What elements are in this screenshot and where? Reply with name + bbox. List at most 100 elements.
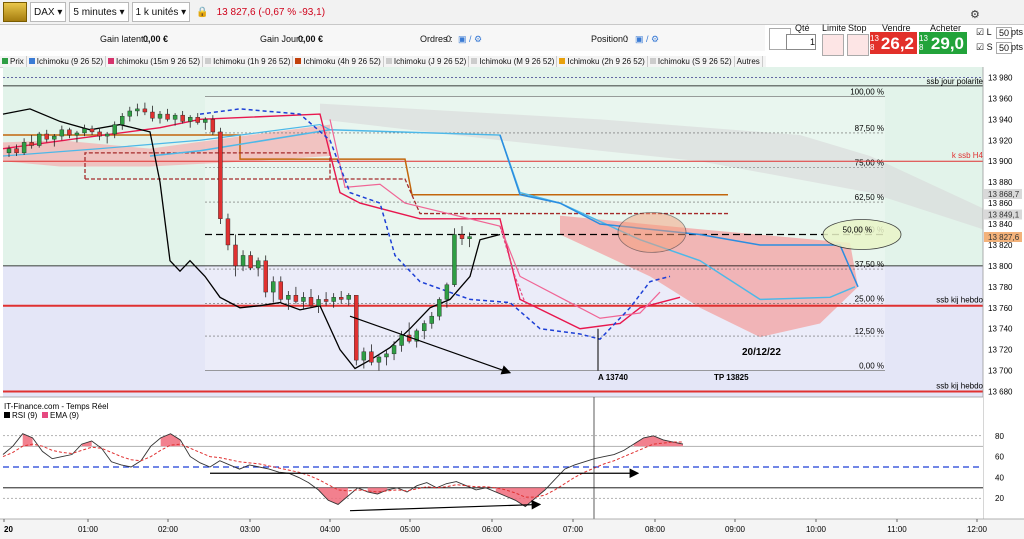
- fib-level-label: 75,00 %: [855, 159, 884, 168]
- time-axis-tick: 07:00: [563, 525, 584, 534]
- candle-body: [44, 133, 49, 140]
- fib-level-label: 0,00 %: [859, 362, 884, 371]
- candle-body: [21, 142, 27, 154]
- rsi-legend-swatch-icon: [4, 412, 10, 418]
- gain-latent-label: Gain latent :: [100, 34, 149, 44]
- indicator-6[interactable]: Ichimoku (M 9 26 52): [469, 56, 558, 67]
- units-select[interactable]: 1 k unités ▾: [131, 2, 191, 22]
- price-axis-tick: 13 760: [988, 304, 1013, 313]
- candle-body: [437, 299, 442, 317]
- candle-body: [195, 117, 200, 123]
- limit-order-icon[interactable]: [822, 34, 844, 56]
- fib-level-label: 37,50 %: [855, 260, 884, 269]
- stop-label: Stop: [848, 23, 867, 33]
- buy-button[interactable]: 13 8 29,0: [919, 32, 967, 54]
- timeframe-select[interactable]: 5 minutes ▾: [69, 2, 129, 22]
- candle-body: [150, 111, 155, 119]
- candle-body: [104, 133, 110, 137]
- candle-body: [422, 323, 427, 332]
- l-checkbox[interactable]: ☑ L: [976, 27, 992, 38]
- top-toolbar: DAX ▾ 5 minutes ▾ 1 k unités ▾ 🔒 13 827,…: [0, 0, 1024, 25]
- price-axis-tick: 13 980: [988, 73, 1013, 82]
- price-axis-tick: 13 780: [988, 283, 1013, 292]
- time-axis-tick: 06:00: [482, 525, 503, 534]
- indicator-3[interactable]: Ichimoku (1h 9 26 52): [203, 56, 294, 67]
- indicator-0[interactable]: Prix: [0, 56, 27, 67]
- position-icons[interactable]: ▣ / ⚙: [635, 34, 659, 45]
- candle-body: [263, 260, 268, 293]
- buy-prefix: 13 8: [919, 34, 928, 52]
- lock-icon[interactable]: 🔒: [196, 7, 208, 18]
- l-pts-label: pts: [1011, 27, 1024, 37]
- indicator-2[interactable]: Ichimoku (15m 9 26 52): [106, 56, 204, 67]
- price-axis-tick: 13 700: [988, 367, 1013, 376]
- candle-body: [29, 142, 34, 146]
- indicator-swatch-icon: [559, 58, 566, 64]
- indicator-1[interactable]: Ichimoku (9 26 52): [27, 56, 107, 67]
- price-chart[interactable]: 100,00 % 87,50 % 75,00 % 62,50 % 50,00 % 37,5…: [0, 67, 1024, 539]
- price-axis-tick: 13 880: [988, 178, 1013, 187]
- candle-body: [233, 244, 238, 267]
- indicator-label: Ichimoku (2h 9 26 52): [567, 57, 645, 66]
- price-tag-label: 13 849,1: [988, 211, 1020, 220]
- time-axis-tick: 04:00: [320, 525, 341, 534]
- price-change: 13 827,6 (-0,67 % -93,1): [216, 6, 326, 18]
- s-label: S: [986, 42, 993, 52]
- indicator-label: Ichimoku (9 26 52): [36, 57, 104, 66]
- candle-body: [369, 351, 374, 363]
- candle-body: [74, 132, 80, 136]
- candle-body: [248, 255, 253, 269]
- ordres-icons[interactable]: ▣ / ⚙: [458, 34, 482, 45]
- candle-body: [286, 295, 291, 300]
- indicator-label: Ichimoku (M 9 26 52): [479, 57, 555, 66]
- candle-body: [157, 113, 163, 119]
- time-axis-tick: 08:00: [645, 525, 666, 534]
- sell-price: 26,2: [880, 34, 914, 53]
- candle: [263, 255, 268, 298]
- s-points-input[interactable]: 50: [996, 42, 1013, 54]
- instrument-select[interactable]: DAX ▾: [30, 2, 67, 22]
- l-points-input[interactable]: 50: [996, 27, 1013, 39]
- candle-body: [187, 117, 193, 122]
- candle: [225, 213, 231, 251]
- price-axis-tick: 13 840: [988, 220, 1013, 229]
- fib-level-label: 62,50 %: [855, 193, 884, 202]
- gold-bars-icon[interactable]: [3, 2, 27, 22]
- rsi-axis-tick: 60: [995, 453, 1004, 462]
- indicator-label: Prix: [10, 57, 24, 66]
- sell-button[interactable]: 13 8 26,2: [870, 32, 917, 54]
- time-axis-tick: 05:00: [400, 525, 421, 534]
- indicator-5[interactable]: Ichimoku (J 9 26 52): [384, 56, 470, 67]
- candle-body: [225, 218, 231, 246]
- fib-level-label: 25,00 %: [855, 295, 884, 304]
- indicator-swatch-icon: [205, 58, 212, 64]
- a-level-label: A 13740: [598, 373, 629, 382]
- price-tag-label: 13 868,7: [988, 190, 1020, 199]
- rsi-axis-tick: 80: [995, 432, 1004, 441]
- time-axis-tick: 20: [4, 525, 13, 534]
- candle-body: [399, 334, 404, 346]
- fib-level-label: 100,00 %: [850, 87, 884, 96]
- candle-body: [59, 129, 65, 137]
- indicator-9[interactable]: Autres: [735, 56, 763, 67]
- ssb-kij-hebdo-label-1: ssb kij hebdo: [936, 296, 983, 305]
- indicator-4[interactable]: Ichimoku (4h 9 26 52): [293, 56, 384, 67]
- candle-body: [180, 114, 185, 122]
- s-pts-label: pts: [1011, 42, 1024, 52]
- candle: [218, 127, 223, 225]
- stop-order-icon[interactable]: [847, 34, 869, 56]
- time-axis-tick: 09:00: [725, 525, 746, 534]
- settings-gear-icon[interactable]: ⚙: [970, 8, 980, 21]
- indicator-swatch-icon: [2, 58, 8, 64]
- indicator-8[interactable]: Ichimoku (S 9 26 52): [648, 56, 735, 67]
- s-checkbox[interactable]: ☑ S: [976, 42, 993, 53]
- candle-body: [452, 234, 457, 285]
- price-axis-tick: 13 900: [988, 157, 1013, 166]
- rsi-axis-tick: 40: [995, 473, 1004, 482]
- ema-legend-label: EMA (9): [50, 411, 79, 420]
- candle-body: [6, 148, 12, 154]
- highlight-ellipse-price: [617, 212, 687, 253]
- indicator-7[interactable]: Ichimoku (2h 9 26 52): [557, 56, 648, 67]
- quantity-input[interactable]: 1: [786, 34, 816, 50]
- price-axis-tick: 13 720: [988, 346, 1013, 355]
